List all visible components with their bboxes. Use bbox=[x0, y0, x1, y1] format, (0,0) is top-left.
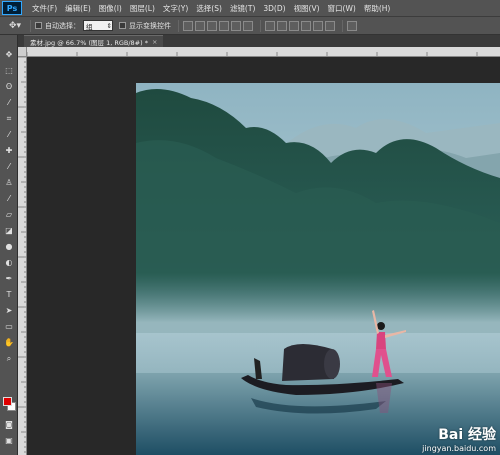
watermark-url: jingyan.baidu.com bbox=[422, 444, 496, 453]
photoshop-window: Ps 文件(F) 编辑(E) 图像(I) 图层(L) 文字(Y) 选择(S) 滤… bbox=[0, 0, 500, 455]
gradient-tool-icon[interactable]: ◪ bbox=[2, 225, 16, 236]
menu-3d[interactable]: 3D(D) bbox=[259, 4, 289, 13]
auto-select-value: 组 bbox=[86, 22, 93, 31]
menu-view[interactable]: 视图(V) bbox=[290, 3, 324, 14]
eraser-tool-icon[interactable]: ▱ bbox=[2, 209, 16, 220]
divider bbox=[260, 19, 261, 32]
distribute-left-icon[interactable] bbox=[301, 20, 311, 31]
menu-filter[interactable]: 滤镜(T) bbox=[226, 3, 259, 14]
document-tab-bar: 素材.jpg @ 66.7% (图层 1, RGB/8#) * × bbox=[18, 35, 500, 47]
align-bottom-edges-icon[interactable] bbox=[207, 20, 217, 31]
zoom-tool-icon[interactable]: ⌕ bbox=[2, 353, 16, 364]
align-vertical-centers-icon[interactable] bbox=[195, 20, 205, 31]
auto-select-dropdown[interactable]: 组 ⇕ bbox=[83, 20, 113, 31]
healing-brush-tool-icon[interactable]: ✚ bbox=[2, 145, 16, 156]
divider bbox=[178, 19, 179, 32]
brush-tool-icon[interactable]: ⁄ bbox=[2, 161, 16, 172]
distribute-bottom-icon[interactable] bbox=[289, 20, 299, 31]
document-image[interactable]: Bai 经验 jingyan.baidu.com bbox=[136, 83, 500, 455]
dodge-tool-icon[interactable]: ◐ bbox=[2, 257, 16, 268]
quick-mask-icon[interactable]: ◙ bbox=[2, 419, 16, 430]
eyedropper-tool-icon[interactable]: ⁄ bbox=[2, 129, 16, 140]
distribute-hcenter-icon[interactable] bbox=[313, 20, 323, 31]
horizontal-ruler[interactable] bbox=[27, 47, 500, 57]
foreground-color-swatch[interactable] bbox=[3, 397, 12, 406]
path-selection-tool-icon[interactable]: ➤ bbox=[2, 305, 16, 316]
lasso-tool-icon[interactable]: ʘ bbox=[2, 81, 16, 92]
shape-tool-icon[interactable]: ▭ bbox=[2, 321, 16, 332]
move-tool-icon[interactable]: ✥ bbox=[2, 49, 16, 60]
menu-file[interactable]: 文件(F) bbox=[28, 3, 61, 14]
clone-stamp-tool-icon[interactable]: ♙ bbox=[2, 177, 16, 188]
auto-select-checkbox[interactable] bbox=[35, 22, 42, 29]
distribute-right-icon[interactable] bbox=[325, 20, 335, 31]
canvas-area[interactable]: Bai 经验 jingyan.baidu.com bbox=[27, 57, 500, 455]
history-brush-tool-icon[interactable]: ⁄ bbox=[2, 193, 16, 204]
hand-tool-icon[interactable]: ✋ bbox=[2, 337, 16, 348]
type-tool-icon[interactable]: T bbox=[2, 289, 16, 300]
align-buttons bbox=[183, 20, 253, 31]
show-transform-label: 显示变换控件 bbox=[129, 21, 171, 30]
vertical-ruler[interactable] bbox=[18, 57, 27, 455]
menu-select[interactable]: 选择(S) bbox=[192, 3, 226, 14]
menu-type[interactable]: 文字(Y) bbox=[159, 3, 192, 14]
divider bbox=[342, 19, 343, 32]
auto-select-label: 自动选择： bbox=[45, 21, 80, 30]
menu-edit[interactable]: 编辑(E) bbox=[61, 3, 95, 14]
crop-tool-icon[interactable]: ⌗ bbox=[2, 113, 16, 124]
photoshop-logo: Ps bbox=[2, 1, 22, 15]
divider bbox=[30, 19, 31, 32]
document-tab-title: 素材.jpg @ 66.7% (图层 1, RGB/8#) * bbox=[30, 38, 148, 47]
show-transform-checkbox[interactable] bbox=[119, 22, 126, 29]
auto-align-layers-icon[interactable] bbox=[347, 20, 357, 31]
options-bar: ✥▾ 自动选择： 组 ⇕ 显示变换控件 bbox=[0, 17, 500, 35]
vertical-ruler-ticks bbox=[18, 57, 26, 453]
pen-tool-icon[interactable]: ✒ bbox=[2, 273, 16, 284]
tools-panel: ✥ ⬚ ʘ ⁄ ⌗ ⁄ ✚ ⁄ ♙ ⁄ ▱ ◪ ● ◐ ✒ T ➤ ▭ ✋ ⌕ … bbox=[0, 35, 18, 455]
document-tab[interactable]: 素材.jpg @ 66.7% (图层 1, RGB/8#) * × bbox=[24, 35, 164, 47]
marquee-tool-icon[interactable]: ⬚ bbox=[2, 65, 16, 76]
distribute-top-icon[interactable] bbox=[265, 20, 275, 31]
ruler-origin[interactable] bbox=[18, 47, 27, 57]
close-icon[interactable]: × bbox=[152, 38, 157, 46]
distribute-vcenter-icon[interactable] bbox=[277, 20, 287, 31]
align-left-edges-icon[interactable] bbox=[219, 20, 229, 31]
landscape-photo bbox=[136, 83, 500, 455]
align-right-edges-icon[interactable] bbox=[243, 20, 253, 31]
baidu-jingyan-watermark: Bai 经验 jingyan.baidu.com bbox=[422, 424, 496, 453]
menu-layer[interactable]: 图层(L) bbox=[126, 3, 159, 14]
blur-tool-icon[interactable]: ● bbox=[2, 241, 16, 252]
menu-bar: Ps 文件(F) 编辑(E) 图像(I) 图层(L) 文字(Y) 选择(S) 滤… bbox=[0, 0, 500, 17]
screen-mode-icon[interactable]: ▣ bbox=[2, 435, 16, 446]
quick-select-tool-icon[interactable]: ⁄ bbox=[2, 97, 16, 108]
watermark-brand: Bai 经验 bbox=[438, 427, 496, 443]
move-tool-icon[interactable]: ✥▾ bbox=[4, 19, 26, 33]
chevron-down-icon: ⇕ bbox=[106, 21, 112, 30]
distribute-buttons bbox=[265, 20, 335, 31]
menu-window[interactable]: 窗口(W) bbox=[324, 3, 360, 14]
align-top-edges-icon[interactable] bbox=[183, 20, 193, 31]
align-horizontal-centers-icon[interactable] bbox=[231, 20, 241, 31]
menu-help[interactable]: 帮助(H) bbox=[360, 3, 395, 14]
menu-image[interactable]: 图像(I) bbox=[95, 3, 126, 14]
